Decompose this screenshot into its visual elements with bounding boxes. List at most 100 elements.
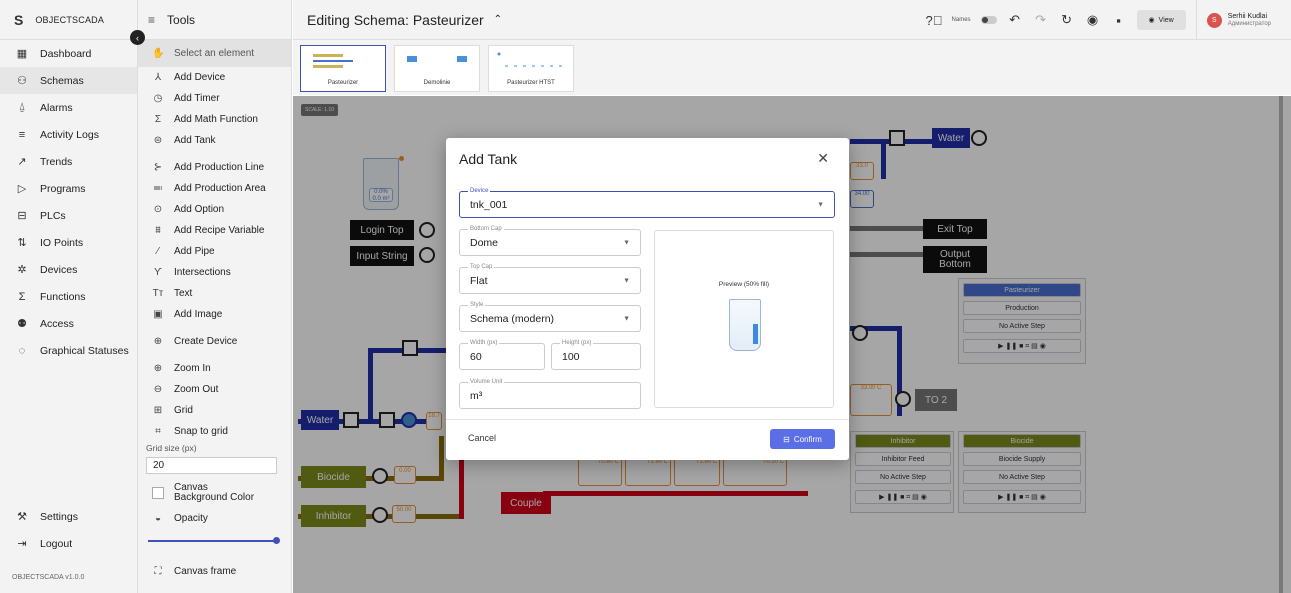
- device-select[interactable]: Device tnk_001 ▼: [459, 187, 835, 218]
- tool-label: Snap to grid: [174, 426, 228, 437]
- tank-icon: ⊜: [153, 135, 163, 146]
- tool-canvas-bg[interactable]: Canvas Background Color: [138, 478, 291, 508]
- chevron-down-icon: ▼: [817, 201, 824, 208]
- user-menu[interactable]: S Serhii Kudlai Администратор: [1195, 0, 1291, 40]
- user-info: Serhii Kudlai Администратор: [1228, 13, 1271, 27]
- menu-icon[interactable]: ≡: [148, 13, 155, 27]
- save-icon[interactable]: ▪: [1111, 13, 1127, 28]
- tool-add-recipe-variable[interactable]: ⩩ Add Recipe Variable: [138, 220, 291, 241]
- tool-snap-to-grid[interactable]: ⌗ Snap to grid: [138, 421, 291, 442]
- version-label: OBJECTSCADA v1.0.0: [12, 574, 85, 581]
- schema-tab-label: Pasteurizer HTST: [507, 80, 555, 86]
- schema-thumbnail: [313, 54, 353, 68]
- tool-add-pipe[interactable]: ⁄ Add Pipe: [138, 241, 291, 262]
- schema-tab-pasteurizer[interactable]: Pasteurizer: [300, 45, 386, 92]
- view-button-label: View: [1158, 16, 1174, 24]
- tool-add-tank[interactable]: ⊜ Add Tank: [138, 130, 291, 151]
- opacity-slider[interactable]: [148, 535, 280, 547]
- nav-item-label: Dashboard: [40, 47, 92, 60]
- preview-tank: [729, 299, 761, 351]
- redo-icon[interactable]: ↷: [1033, 12, 1049, 28]
- nav-item-programs[interactable]: ▷ Programs: [0, 175, 137, 202]
- opacity-track: [148, 540, 277, 542]
- grid-size-label: Grid size (px): [146, 443, 197, 453]
- height-input[interactable]: Height (px) 100: [551, 339, 641, 370]
- tool-label: Zoom Out: [174, 384, 219, 395]
- tool-zoom-out[interactable]: ⊖ Zoom Out: [138, 379, 291, 400]
- tool-grid[interactable]: ⊞ Grid: [138, 400, 291, 421]
- nav-item-activity-logs[interactable]: ≡ Activity Logs: [0, 121, 137, 148]
- tool-add-image[interactable]: ▣ Add Image: [138, 304, 291, 325]
- tool-zoom-in[interactable]: ⊕ Zoom In: [138, 358, 291, 379]
- schema-thumbnail: [497, 52, 565, 67]
- grid-size-input[interactable]: 20: [146, 457, 277, 474]
- gear-icon: ✲: [17, 264, 27, 276]
- confirm-button[interactable]: ⊟ Confirm: [770, 429, 835, 449]
- bottom-cap-label: Bottom Cap: [468, 225, 504, 234]
- tool-canvas-frame[interactable]: ⛶ Canvas frame: [138, 561, 291, 582]
- nav-bottom: ⚒ Settings ⇥ Logout: [0, 503, 138, 557]
- width-value: 60: [470, 350, 482, 363]
- eye-icon[interactable]: ◉: [1085, 12, 1101, 28]
- refresh-icon[interactable]: ↻: [1059, 12, 1075, 28]
- names-label: Names: [951, 17, 971, 23]
- tool-create-device[interactable]: ⊕ Create Device: [138, 331, 291, 352]
- cancel-button[interactable]: Cancel: [468, 433, 496, 443]
- tool-add-timer[interactable]: ◷ Add Timer: [138, 88, 291, 109]
- top-cap-select[interactable]: Top Cap Flat ▼: [459, 263, 641, 294]
- nav-item-label: Alarms: [40, 101, 73, 114]
- schema-tab-label: Pasteurizer: [327, 80, 359, 86]
- add-tank-dialog: Add Tank ✕ Device tnk_001 ▼ Bottom Cap D…: [446, 138, 849, 460]
- style-select[interactable]: Style Schema (modern) ▼: [459, 301, 641, 332]
- nav-item-label: Activity Logs: [40, 128, 99, 141]
- nav-item-graphical-statuses[interactable]: ◌ Graphical Statuses: [0, 337, 137, 364]
- help-icon[interactable]: ?⃝: [926, 13, 943, 28]
- brand[interactable]: S OBJECTSCADA: [0, 0, 137, 40]
- nav-item-trends[interactable]: ↗ Trends: [0, 148, 137, 175]
- tool-select[interactable]: ✋ Select an element: [138, 40, 291, 67]
- tool-text[interactable]: Tт Text: [138, 283, 291, 304]
- volume-unit-input[interactable]: Volume Unit m³: [459, 378, 641, 409]
- schema-tab-demolinie[interactable]: Demolinie: [394, 45, 480, 92]
- nav-settings[interactable]: ⚒ Settings: [0, 503, 138, 530]
- width-input[interactable]: Width (px) 60: [459, 339, 545, 370]
- height-value: 100: [562, 350, 580, 363]
- opacity-thumb[interactable]: [273, 537, 280, 544]
- users-icon: ⚉: [17, 318, 27, 330]
- tool-add-device[interactable]: ⅄ Add Device: [138, 67, 291, 88]
- nav-item-devices[interactable]: ✲ Devices: [0, 256, 137, 283]
- nav-item-plcs[interactable]: ⊟ PLCs: [0, 202, 137, 229]
- tool-label: Intersections: [174, 267, 231, 278]
- nav-logout[interactable]: ⇥ Logout: [0, 530, 138, 557]
- settings-icon: ⚒: [17, 511, 27, 523]
- undo-icon[interactable]: ↶: [1007, 12, 1023, 28]
- nav-item-access[interactable]: ⚉ Access: [0, 310, 137, 337]
- nav-item-functions[interactable]: Σ Functions: [0, 283, 137, 310]
- view-button[interactable]: ◉ View: [1136, 10, 1186, 30]
- names-toggle[interactable]: [980, 16, 997, 24]
- tool-label: Zoom In: [174, 363, 211, 374]
- close-icon[interactable]: ✕: [817, 150, 829, 167]
- nav-item-dashboard[interactable]: ▦ Dashboard: [0, 40, 137, 67]
- nav-item-io-points[interactable]: ⇅ IO Points: [0, 229, 137, 256]
- chevron-up-icon[interactable]: ⌃: [494, 14, 502, 25]
- nav-item-alarms[interactable]: ⍙ Alarms: [0, 94, 137, 121]
- collapse-nav-button[interactable]: ‹: [130, 30, 145, 45]
- tool-add-option[interactable]: ⊙ Add Option: [138, 199, 291, 220]
- color-swatch[interactable]: [152, 487, 164, 499]
- volume-unit-label: Volume Unit: [468, 378, 505, 387]
- tool-add-math-function[interactable]: Σ Add Math Function: [138, 109, 291, 130]
- volume-unit-value: m³: [470, 389, 483, 402]
- tool-opacity: ◒ Opacity: [138, 508, 291, 529]
- schema-tab-pasteurizer-htst[interactable]: Pasteurizer HTST: [488, 45, 574, 92]
- tool-add-production-area[interactable]: ≕ Add Production Area: [138, 178, 291, 199]
- device-value: tnk_001: [470, 198, 508, 211]
- tool-add-production-line[interactable]: ⊱ Add Production Line: [138, 157, 291, 178]
- device-label: Device: [468, 187, 491, 196]
- bottom-cap-select[interactable]: Bottom Cap Dome ▼: [459, 225, 641, 256]
- schemas-icon: ⚇: [17, 75, 27, 87]
- tool-label: Add Timer: [174, 93, 220, 104]
- tool-label: Add Tank: [174, 135, 216, 146]
- nav-item-schemas[interactable]: ⚇ Schemas: [0, 67, 137, 94]
- tool-intersections[interactable]: Ƴ Intersections: [138, 262, 291, 283]
